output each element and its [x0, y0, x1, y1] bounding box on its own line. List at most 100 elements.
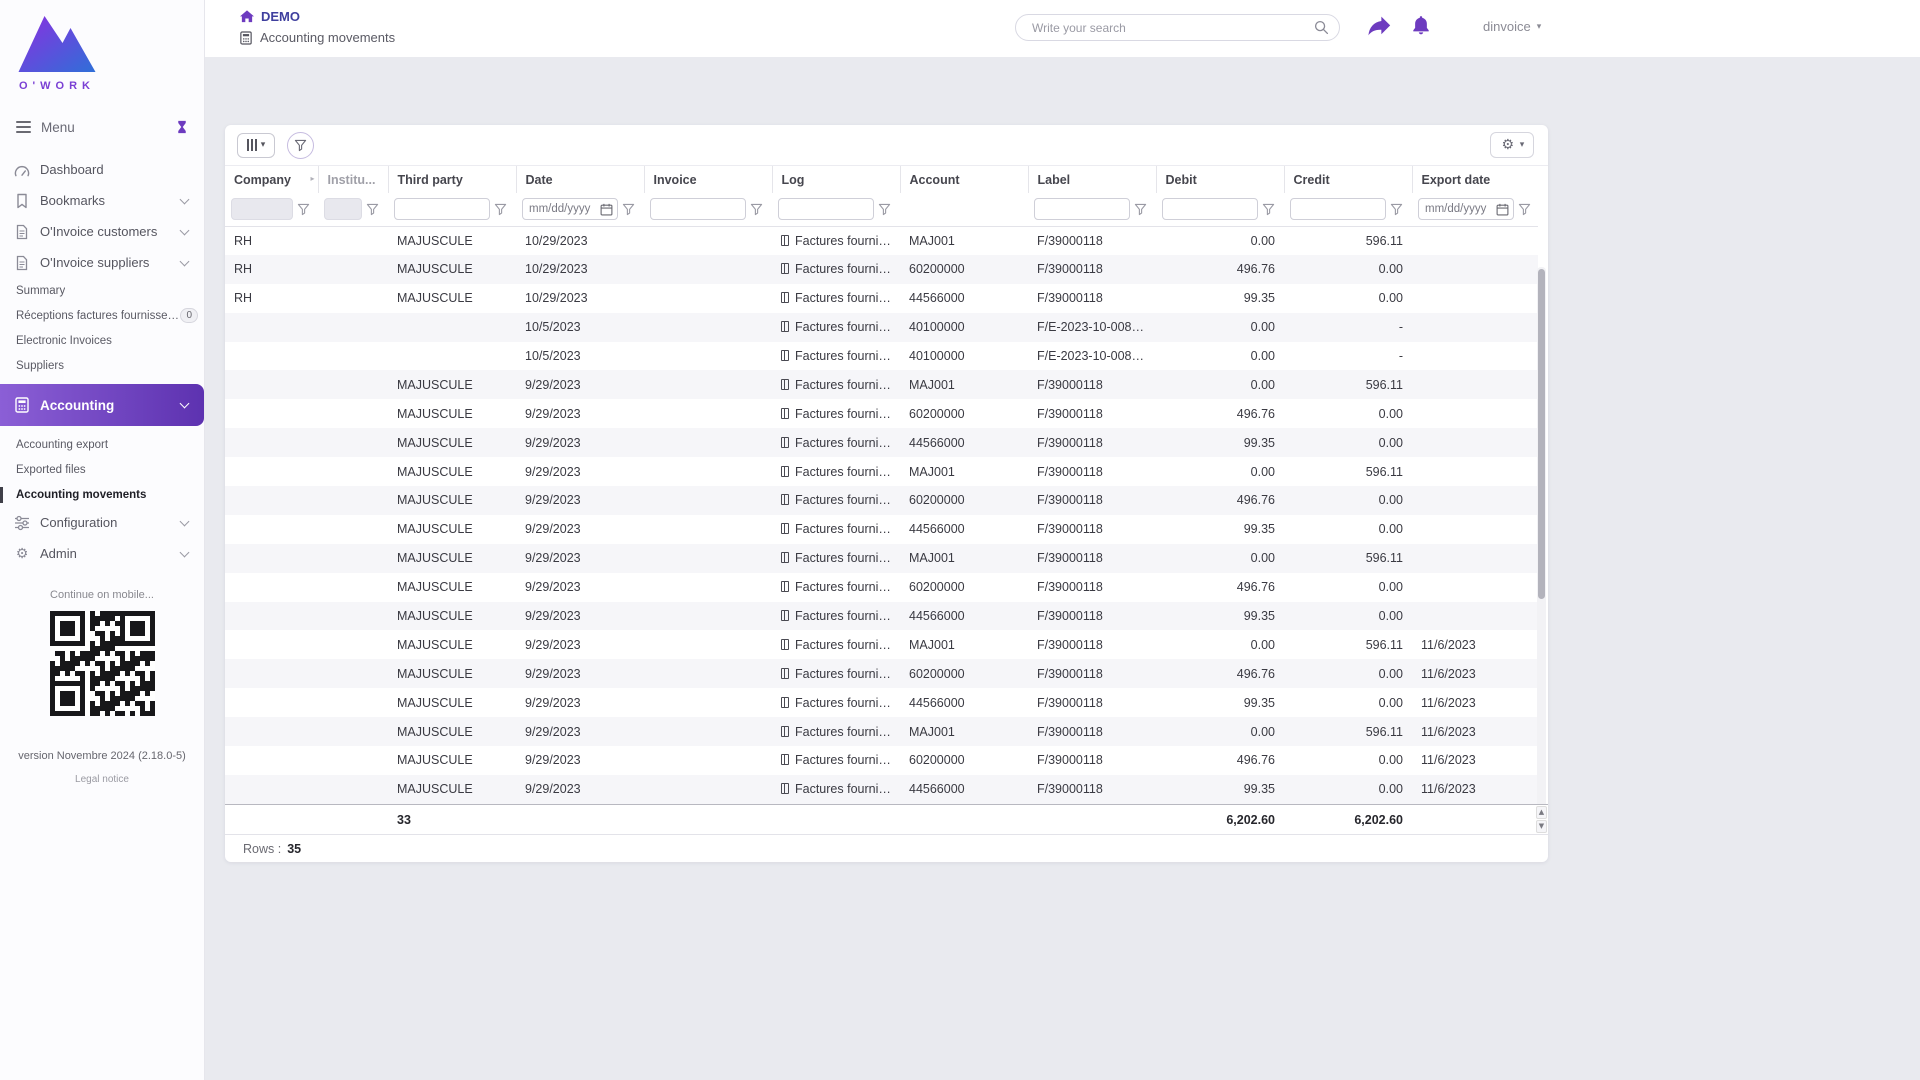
- sidebar-item-suppliers[interactable]: Suppliers: [0, 353, 204, 378]
- label-filter-input[interactable]: [1034, 198, 1130, 220]
- table-row[interactable]: MAJUSCULE9/29/2023Factures fournisseurs4…: [225, 602, 1538, 631]
- journal-icon: [781, 408, 789, 419]
- share-icon[interactable]: [1367, 16, 1391, 36]
- funnel-icon[interactable]: [1134, 203, 1147, 216]
- funnel-icon[interactable]: [1390, 203, 1403, 216]
- brand[interactable]: O'WORK: [0, 0, 204, 92]
- column-header-date[interactable]: Date: [516, 166, 644, 193]
- table-row[interactable]: MAJUSCULE9/29/2023Factures fournisseursM…: [225, 544, 1538, 573]
- sidebar-item-exported-files[interactable]: Exported files: [0, 457, 204, 482]
- table-row[interactable]: 10/5/2023Factures fournisseurs40100000F/…: [225, 313, 1538, 342]
- columns-chooser-button[interactable]: ▾: [237, 133, 275, 158]
- table-row[interactable]: MAJUSCULE9/29/2023Factures fournisseurs6…: [225, 746, 1538, 775]
- table-row[interactable]: MAJUSCULE9/29/2023Factures fournisseursM…: [225, 370, 1538, 399]
- sidebar-item-electronic-invoices[interactable]: Electronic Invoices: [0, 328, 204, 353]
- table-row[interactable]: MAJUSCULE9/29/2023Factures fournisseurs6…: [225, 573, 1538, 602]
- table-body: RHMAJUSCULE10/29/2023Factures fournisseu…: [225, 226, 1538, 804]
- invoice-filter-input[interactable]: [650, 198, 746, 220]
- cell-export_date: [1412, 226, 1538, 255]
- sidebar-item-accounting-movements[interactable]: Accounting movements: [0, 482, 204, 507]
- log-filter-input[interactable]: [778, 198, 874, 220]
- funnel-icon[interactable]: [1518, 203, 1531, 216]
- table-row[interactable]: MAJUSCULE9/29/2023Factures fournisseursM…: [225, 457, 1538, 486]
- cell-debit: 496.76: [1156, 486, 1284, 515]
- chevron-down-icon: [180, 225, 190, 235]
- sidebar-item-dashboard[interactable]: Dashboard: [0, 154, 204, 185]
- funnel-icon[interactable]: [1262, 203, 1275, 216]
- cell-export_date: [1412, 573, 1538, 602]
- funnel-icon[interactable]: [297, 203, 310, 216]
- sidebar-item-admin[interactable]: ⚙ Admin: [0, 538, 204, 569]
- cell-institution: [318, 255, 388, 284]
- sidebar-item-oinvoice-suppliers[interactable]: O'Invoice suppliers: [0, 247, 204, 278]
- notifications-bell-icon[interactable]: [1410, 14, 1432, 36]
- company-filter-input[interactable]: [231, 198, 293, 220]
- cell-log: Factures fournisseurs: [772, 775, 900, 804]
- table-row[interactable]: RHMAJUSCULE10/29/2023Factures fournisseu…: [225, 255, 1538, 284]
- sidebar-item-summary[interactable]: Summary: [0, 278, 204, 303]
- user-menu[interactable]: dinvoice ▾: [1483, 19, 1541, 34]
- column-header-third-party[interactable]: Third party: [388, 166, 516, 193]
- hourglass-icon[interactable]: [176, 120, 188, 134]
- filter-cell-credit: [1284, 193, 1412, 226]
- scroll-up-icon[interactable]: ▲: [1536, 806, 1547, 819]
- table-row[interactable]: MAJUSCULE9/29/2023Factures fournisseurs6…: [225, 659, 1538, 688]
- column-header-credit[interactable]: Credit: [1284, 166, 1412, 193]
- column-header-institution[interactable]: Institu...: [318, 166, 388, 193]
- funnel-icon[interactable]: [622, 203, 635, 216]
- date-filter-input[interactable]: [522, 198, 618, 220]
- table-row[interactable]: 10/5/2023Factures fournisseurs40100000F/…: [225, 342, 1538, 371]
- funnel-icon[interactable]: [494, 203, 507, 216]
- search-input[interactable]: [1030, 20, 1314, 36]
- column-header-company[interactable]: Company▸: [225, 166, 318, 193]
- table-row[interactable]: MAJUSCULE9/29/2023Factures fournisseurs4…: [225, 515, 1538, 544]
- debit-filter-input[interactable]: [1162, 198, 1258, 220]
- menu-icon[interactable]: [16, 121, 31, 133]
- filter-toggle-button[interactable]: [287, 132, 314, 159]
- table-row[interactable]: MAJUSCULE9/29/2023Factures fournisseurs4…: [225, 428, 1538, 457]
- funnel-icon[interactable]: [750, 203, 763, 216]
- home-icon: [240, 10, 254, 23]
- legal-notice-link[interactable]: Legal notice: [0, 774, 204, 785]
- column-header-label[interactable]: Label: [1028, 166, 1156, 193]
- table-row[interactable]: MAJUSCULE9/29/2023Factures fournisseurs4…: [225, 775, 1538, 804]
- column-header-account[interactable]: Account: [900, 166, 1028, 193]
- table-row[interactable]: RHMAJUSCULE10/29/2023Factures fournisseu…: [225, 226, 1538, 255]
- column-header-invoice[interactable]: Invoice: [644, 166, 772, 193]
- sidebar-item-bookmarks[interactable]: Bookmarks: [0, 185, 204, 216]
- journal-icon: [781, 263, 789, 274]
- journal-icon: [781, 552, 789, 563]
- credit-filter-input[interactable]: [1290, 198, 1386, 220]
- sidebar-item-receptions-factures[interactable]: Réceptions factures fournisseurs 0: [0, 303, 204, 328]
- grid-settings-button[interactable]: ⚙ ▾: [1490, 132, 1534, 158]
- institution-filter-input[interactable]: [324, 198, 362, 220]
- sidebar-item-oinvoice-customers[interactable]: O'Invoice customers: [0, 216, 204, 247]
- sidebar-item-configuration[interactable]: Configuration: [0, 507, 204, 538]
- column-header-export-date[interactable]: Export date: [1412, 166, 1538, 193]
- export-date-filter-input[interactable]: [1418, 198, 1514, 220]
- sidebar: O'WORK Menu Dashboard Bookmarks: [0, 0, 205, 1080]
- table-row[interactable]: MAJUSCULE9/29/2023Factures fournisseurs6…: [225, 399, 1538, 428]
- vertical-scrollbar[interactable]: [1537, 267, 1546, 804]
- third-party-filter-input[interactable]: [394, 198, 490, 220]
- cell-institution: [318, 602, 388, 631]
- scroll-down-icon[interactable]: ▼: [1536, 820, 1547, 833]
- table-row[interactable]: MAJUSCULE9/29/2023Factures fournisseursM…: [225, 717, 1538, 746]
- table-row[interactable]: MAJUSCULE9/29/2023Factures fournisseurs6…: [225, 486, 1538, 515]
- table-row[interactable]: RHMAJUSCULE10/29/2023Factures fournisseu…: [225, 284, 1538, 313]
- funnel-icon[interactable]: [878, 203, 891, 216]
- column-header-debit[interactable]: Debit: [1156, 166, 1284, 193]
- search-icon[interactable]: [1314, 20, 1329, 35]
- cell-account: 60200000: [900, 746, 1028, 775]
- brand-name: O'WORK: [14, 80, 100, 92]
- sidebar-item-accounting-export[interactable]: Accounting export: [0, 432, 204, 457]
- table-row[interactable]: MAJUSCULE9/29/2023Factures fournisseurs4…: [225, 688, 1538, 717]
- table-row[interactable]: MAJUSCULE9/29/2023Factures fournisseursM…: [225, 630, 1538, 659]
- scrollbar-thumb[interactable]: [1538, 269, 1545, 599]
- sidebar-item-accounting[interactable]: Accounting: [0, 384, 204, 426]
- breadcrumb-home[interactable]: DEMO: [240, 9, 395, 24]
- funnel-icon[interactable]: [366, 203, 379, 216]
- menu-header: Menu: [0, 114, 204, 140]
- column-header-log[interactable]: Log: [772, 166, 900, 193]
- journal-icon: [781, 754, 789, 765]
